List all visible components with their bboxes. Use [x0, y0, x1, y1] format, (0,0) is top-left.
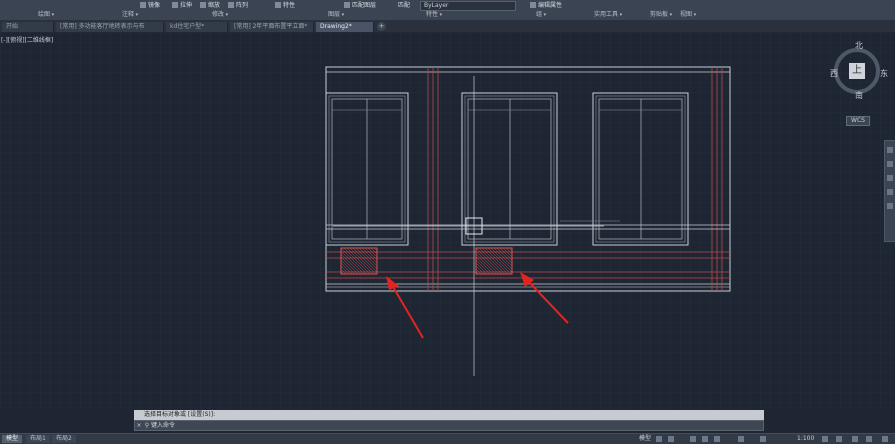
edit-attribute-tool[interactable]: 编辑属性 [530, 1, 562, 10]
orbit-icon[interactable] [887, 189, 893, 195]
compass-south[interactable]: 南 [855, 90, 863, 101]
hatch-block-right [475, 247, 513, 275]
compass-west[interactable]: 西 [830, 68, 838, 79]
panel-annotation[interactable]: 注释 [122, 11, 138, 19]
scale-icon [200, 2, 206, 8]
tab-drawing2[interactable]: Drawing2* [316, 22, 374, 32]
steering-wheel-icon[interactable] [887, 147, 893, 153]
osnap-icon[interactable] [714, 436, 720, 442]
panel-layers[interactable]: 图层 [328, 11, 344, 19]
ribbon: 镜像 拉伸 缩放 阵列 特性 匹配图层 匹配 ByLayer 编辑属性 绘图 注… [0, 0, 895, 21]
viewcube-top-face[interactable]: 上 [849, 63, 865, 79]
array-tool[interactable]: 阵列 [228, 1, 248, 10]
linetype-dropdown[interactable]: ByLayer [420, 1, 516, 11]
workspace-icon[interactable] [836, 436, 842, 442]
match-layer-tool[interactable]: 匹配图层 [344, 1, 376, 10]
snap-icon[interactable] [668, 436, 674, 442]
isolate-icon[interactable] [852, 436, 858, 442]
pan-icon[interactable] [887, 161, 893, 167]
annotation-scale[interactable]: 1:100 [797, 435, 814, 443]
stretch-tool[interactable]: 拉伸 [172, 1, 192, 10]
fullscreen-icon[interactable] [866, 436, 872, 442]
grid [0, 32, 895, 410]
tab-model[interactable]: 模型 [2, 435, 23, 443]
ortho-icon[interactable] [690, 436, 696, 442]
tab-layout2[interactable]: 布局2 [52, 435, 76, 443]
navigation-bar [884, 140, 895, 242]
zoom-icon[interactable] [887, 175, 893, 181]
annotation-visibility-icon[interactable] [760, 436, 766, 442]
gear-icon[interactable] [822, 436, 828, 442]
tab-doc-3[interactable]: [常用] 2年平面布置平立面* [230, 22, 314, 32]
match-layer-icon [344, 2, 350, 8]
compass-east[interactable]: 东 [880, 68, 888, 79]
tab-layout1[interactable]: 布局1 [26, 435, 50, 443]
stretch-icon [172, 2, 178, 8]
panel-draw[interactable]: 绘图 [38, 11, 54, 19]
properties-icon [275, 2, 281, 8]
compass-north[interactable]: 北 [855, 40, 863, 51]
panel-clipboard[interactable]: 剪贴板 [650, 11, 672, 19]
new-tab-button[interactable]: + [377, 22, 386, 31]
viewcube[interactable]: 北 南 东 西 上 [830, 40, 890, 100]
mirror-tool[interactable]: 镜像 [140, 1, 160, 10]
hatch-block-left [340, 247, 378, 275]
status-bar: 模型 布局1 布局2 模型 1:100 [0, 433, 895, 444]
tab-start[interactable]: 开始 [2, 22, 54, 32]
match-tool[interactable]: 匹配 [398, 1, 410, 10]
edit-attribute-icon [530, 2, 536, 8]
command-line[interactable]: × ⚲ 键入命令 [134, 420, 764, 431]
tab-doc-1[interactable]: [常用] 多功能客厅地砖表示与布 [56, 22, 164, 32]
lineweight-icon[interactable] [738, 436, 744, 442]
command-input[interactable]: 键入命令 [151, 422, 175, 429]
grid-icon[interactable] [656, 436, 662, 442]
polar-icon[interactable] [702, 436, 708, 442]
search-icon[interactable]: ⚲ [143, 421, 151, 430]
showmotion-icon[interactable] [887, 203, 893, 209]
wcs-menu[interactable]: WCS [846, 116, 870, 126]
command-history: 选择目标对象或 [设置(S)]: [134, 410, 764, 420]
close-icon[interactable]: × [135, 421, 143, 430]
tab-doc-2[interactable]: kd住宅户型* [166, 22, 228, 32]
scale-tool[interactable]: 缩放 [200, 1, 220, 10]
model-space-toggle[interactable]: 模型 [639, 435, 651, 443]
panel-properties[interactable]: 特性 [426, 11, 442, 19]
panel-modify[interactable]: 修改 [212, 11, 228, 19]
viewport-controls[interactable]: [-][俯视][二维线框] [1, 35, 53, 44]
panel-groups[interactable]: 组 [536, 11, 546, 19]
customize-icon[interactable] [882, 436, 888, 442]
array-icon [228, 2, 234, 8]
drawing-canvas[interactable] [0, 32, 895, 410]
mirror-icon [140, 2, 146, 8]
panel-view[interactable]: 视图 [680, 11, 696, 19]
properties-tool[interactable]: 特性 [275, 1, 295, 10]
panel-utilities[interactable]: 实用工具 [594, 11, 622, 19]
